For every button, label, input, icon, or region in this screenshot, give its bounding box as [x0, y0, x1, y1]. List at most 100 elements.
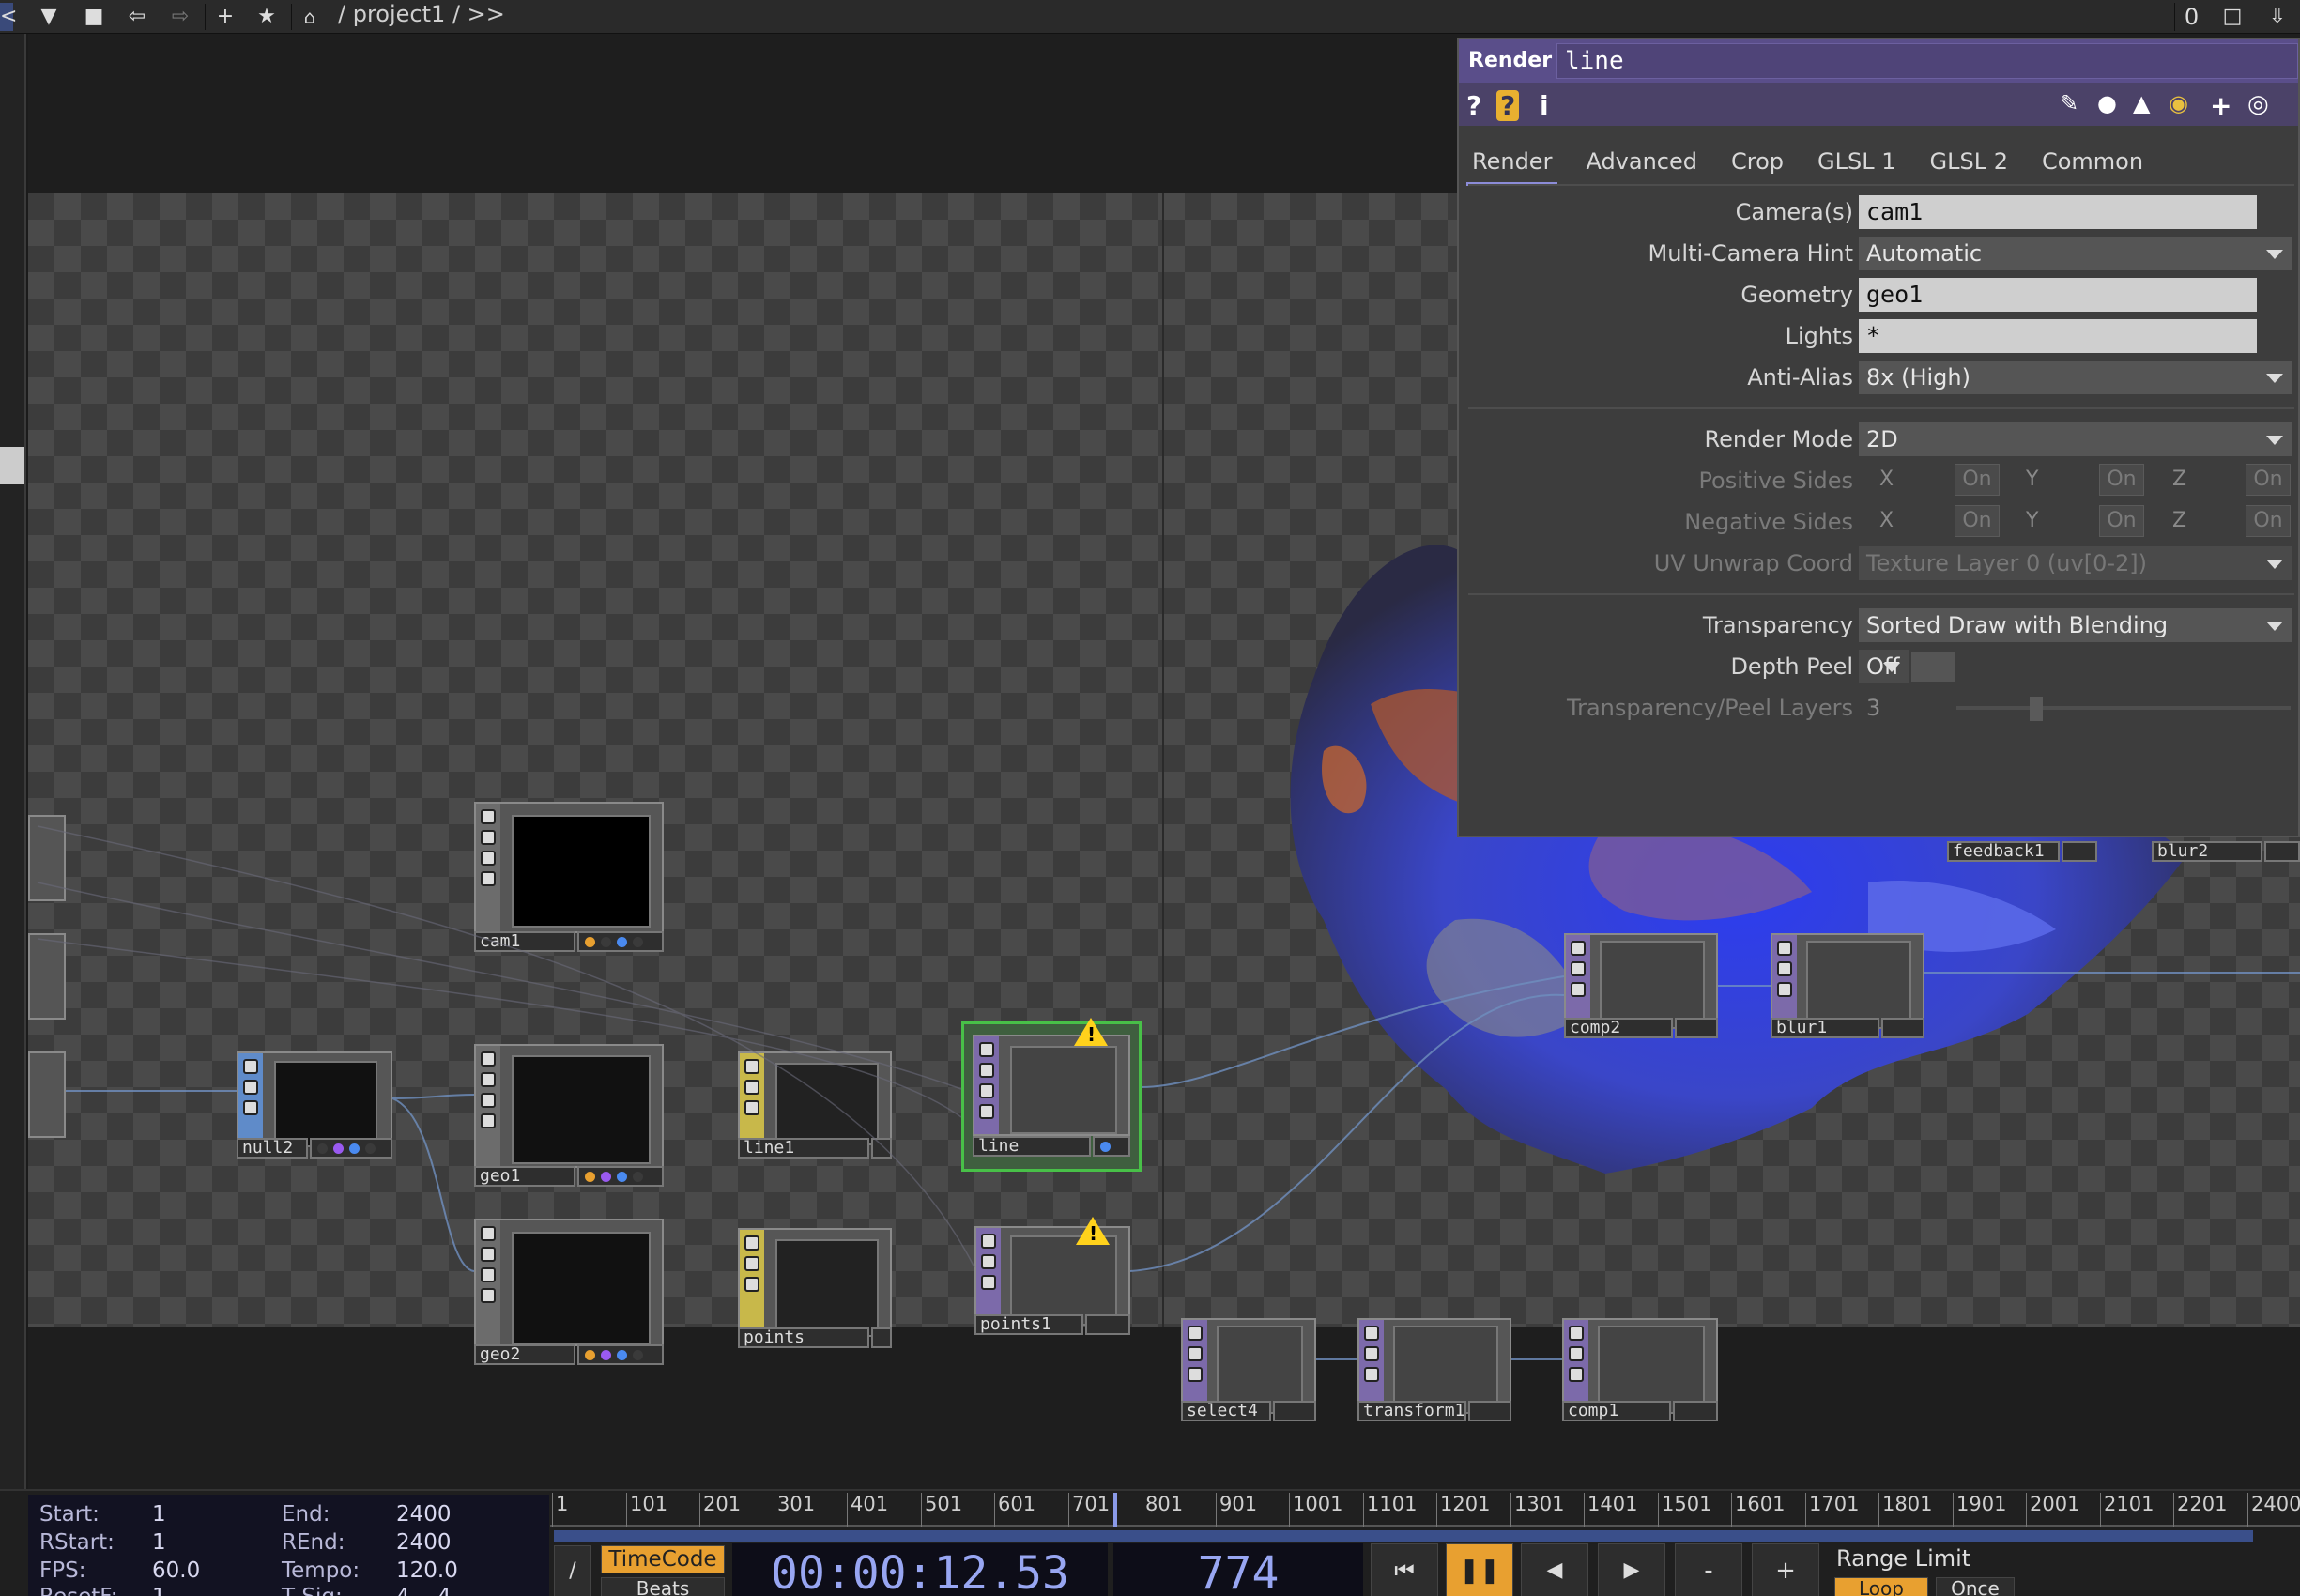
peellayers-slider-handle[interactable]: [2030, 697, 2043, 721]
node-flags[interactable]: [1468, 1401, 1511, 1421]
node-flags[interactable]: [2062, 841, 2097, 862]
node-flags[interactable]: [1085, 1314, 1130, 1335]
node-cam1[interactable]: cam1: [474, 802, 664, 952]
geometry-field[interactable]: geo1: [1859, 278, 2257, 312]
node-feedback1[interactable]: feedback1: [1947, 841, 2097, 864]
frame-display[interactable]: 774: [1113, 1543, 1363, 1596]
ruler-tick-label: 201: [703, 1493, 742, 1515]
step-forward-icon[interactable]: ▶: [1598, 1543, 1665, 1596]
minus-icon[interactable]: -: [1675, 1543, 1742, 1596]
node-offscreen-2[interactable]: [28, 933, 66, 1036]
end-value[interactable]: 2400: [396, 1502, 452, 1527]
home-icon[interactable]: ⌂: [293, 3, 327, 31]
node-flags[interactable]: [577, 1344, 664, 1365]
peellayers-value[interactable]: 3: [1866, 695, 1880, 721]
resetf-value[interactable]: 1: [152, 1585, 166, 1596]
node-offscreen-1[interactable]: [28, 815, 66, 924]
node-line1[interactable]: line1: [738, 1051, 892, 1159]
node-flags[interactable]: [871, 1138, 892, 1159]
node-flags[interactable]: [1093, 1136, 1130, 1157]
pos-y-toggle[interactable]: On: [2099, 464, 2144, 496]
uvunwrap-menu[interactable]: Texture Layer 0 (uv[0-2]): [1859, 546, 2292, 580]
tab-common[interactable]: Common: [2036, 143, 2149, 186]
depthpeel-toggle[interactable]: Off: [1859, 650, 1909, 683]
node-flags[interactable]: [1673, 1401, 1718, 1421]
peellayers-slider[interactable]: [1956, 706, 2291, 710]
pause-icon[interactable]: ❚❚: [1446, 1543, 1513, 1596]
node-flags[interactable]: [310, 1138, 392, 1159]
node-flags[interactable]: [871, 1327, 892, 1348]
plus-icon[interactable]: +: [2210, 90, 2231, 121]
rend-value[interactable]: 2400: [396, 1530, 452, 1555]
pencil-icon[interactable]: ✎: [2060, 90, 2078, 116]
start-value[interactable]: 1: [152, 1502, 166, 1527]
time-scrub-bar[interactable]: [554, 1530, 2253, 1542]
network-path[interactable]: / project1 / >>: [338, 0, 505, 34]
node-transform1[interactable]: transform1: [1357, 1318, 1511, 1423]
node-null2[interactable]: null2: [237, 1051, 392, 1159]
left-panel-strip[interactable]: [0, 34, 26, 1489]
node-comp2[interactable]: comp2: [1564, 933, 1718, 1038]
chevron-down-icon[interactable]: ▼: [32, 3, 66, 31]
pos-x-toggle[interactable]: On: [1955, 464, 2000, 496]
node-points1[interactable]: points1 !: [974, 1217, 1130, 1337]
neg-z-toggle[interactable]: On: [2246, 505, 2291, 537]
back-arrow-icon[interactable]: <: [0, 3, 17, 31]
timecode-display[interactable]: 00:00:12.53: [732, 1543, 1108, 1596]
pos-z-toggle[interactable]: On: [2246, 464, 2291, 496]
eraser-icon[interactable]: ▲: [2133, 90, 2150, 116]
node-geo1[interactable]: geo1: [474, 1044, 664, 1187]
forward-icon[interactable]: ⇨: [163, 3, 197, 31]
tempo-value[interactable]: 120.0: [396, 1558, 458, 1583]
warning-icon[interactable]: !: [1074, 1018, 1108, 1046]
node-blur1[interactable]: blur1: [1771, 933, 1924, 1038]
node-flags[interactable]: [577, 1166, 664, 1187]
maximize-icon[interactable]: □: [2216, 3, 2249, 31]
tab-glsl2[interactable]: GLSL 2: [1924, 143, 2014, 186]
cameras-field[interactable]: cam1: [1859, 195, 2257, 229]
target-icon[interactable]: ◎: [2247, 90, 2269, 118]
fps-value[interactable]: 60.0: [152, 1558, 200, 1583]
once-button[interactable]: Once: [1936, 1577, 2015, 1596]
download-icon[interactable]: ⇩: [2261, 3, 2294, 31]
warning-icon[interactable]: !: [1076, 1217, 1110, 1245]
plus-icon[interactable]: +: [1752, 1543, 1819, 1596]
playhead[interactable]: [1113, 1493, 1117, 1527]
step-back-icon[interactable]: ◀: [1521, 1543, 1588, 1596]
node-flags[interactable]: [1881, 1018, 1924, 1038]
timecode-button[interactable]: TimeCode: [601, 1545, 725, 1573]
neg-y-toggle[interactable]: On: [2099, 505, 2144, 537]
tsig-value[interactable]: 4 4: [396, 1585, 452, 1596]
back-icon[interactable]: ⇦: [120, 3, 154, 31]
rstart-value[interactable]: 1: [152, 1530, 166, 1555]
antialias-menu[interactable]: 8x (High): [1859, 361, 2292, 394]
node-flags[interactable]: [577, 931, 664, 952]
transparency-menu[interactable]: Sorted Draw with Blending: [1859, 608, 2292, 642]
comment-icon[interactable]: ●: [2097, 90, 2117, 116]
node-flags[interactable]: [2264, 841, 2300, 862]
multicam-menu[interactable]: Automatic: [1859, 237, 2292, 270]
slash-button[interactable]: /: [554, 1545, 591, 1596]
positive-sides-label: Positive Sides: [1698, 468, 1853, 494]
lights-field[interactable]: *: [1859, 319, 2257, 353]
node-blur2[interactable]: blur2: [2152, 841, 2300, 864]
python-icon[interactable]: ◉: [2169, 90, 2188, 116]
node-comp1[interactable]: comp1: [1562, 1318, 1718, 1423]
beats-button[interactable]: Beats: [601, 1577, 725, 1596]
node-geo2[interactable]: geo2: [474, 1219, 664, 1365]
stop-icon[interactable]: ■: [77, 3, 111, 31]
node-line[interactable]: line !: [961, 1018, 1142, 1172]
node-flags[interactable]: [1675, 1018, 1718, 1038]
add-icon[interactable]: +: [208, 3, 242, 31]
neg-x-toggle[interactable]: On: [1955, 505, 2000, 537]
star-icon[interactable]: ★: [250, 3, 284, 31]
ruler-tick-label: 401: [851, 1493, 889, 1515]
rewind-icon[interactable]: ⏮: [1371, 1543, 1438, 1596]
node-offscreen-3[interactable]: [28, 1051, 66, 1159]
loop-button[interactable]: Loop: [1834, 1577, 1928, 1596]
node-select4[interactable]: select4: [1181, 1318, 1316, 1423]
rendermode-menu[interactable]: 2D: [1859, 422, 2292, 456]
time-ruler[interactable]: 1 101 201 301 401 501 601 701 801 901 1001 1101 1201…: [550, 1493, 2300, 1527]
node-flags[interactable]: [1273, 1401, 1316, 1421]
node-points[interactable]: points: [738, 1228, 892, 1350]
